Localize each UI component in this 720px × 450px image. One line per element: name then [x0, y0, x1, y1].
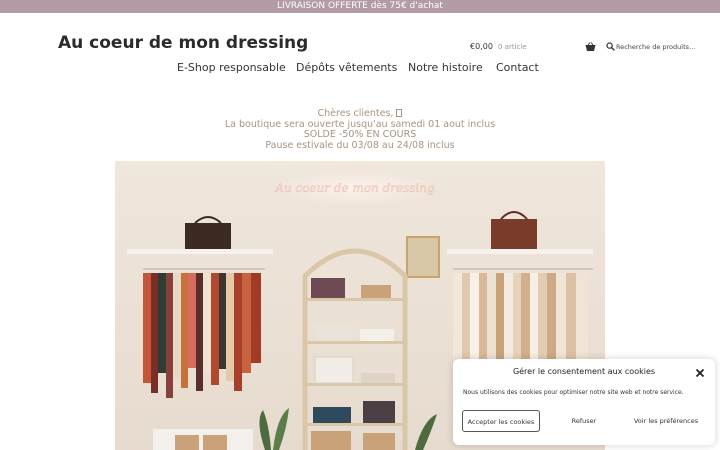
- notice-line: Pause estivale du 03/08 au 24/08 inclus: [265, 139, 455, 151]
- search-input[interactable]: [616, 40, 716, 53]
- refuse-cookies-button[interactable]: Refuser: [547, 410, 621, 432]
- site-title[interactable]: Au coeur de mon dressing: [58, 33, 308, 53]
- notice-line: SOLDE -50% EN COURS: [303, 129, 417, 140]
- promo-bar: LIVRAISON OFFERTE dès 75€ d'achat: [0, 0, 720, 13]
- nav-eshop[interactable]: E-Shop responsable: [177, 61, 286, 74]
- cookie-banner-title: Gérer le consentement aux cookies: [512, 367, 656, 376]
- notice-line: Chères clientes,: [160, 108, 560, 120]
- cookie-banner-text: Nous utilisons des cookies pour optimise…: [463, 389, 684, 396]
- neon-sign: Au coeur de mon dressing: [274, 181, 435, 195]
- nav-contact[interactable]: Contact: [496, 61, 539, 74]
- search-icon[interactable]: [606, 42, 615, 51]
- view-preferences-button[interactable]: Voir les préférences: [627, 410, 705, 432]
- main-nav: E-Shop responsable Dépôts vêtements Notr…: [0, 61, 720, 76]
- cookie-banner: Gérer le consentement aux cookies Nous u…: [453, 359, 715, 445]
- cart-count[interactable]: 0 article: [498, 43, 527, 51]
- nav-depots[interactable]: Dépôts vêtements: [296, 61, 397, 74]
- accept-cookies-button[interactable]: Accepter les cookies: [462, 410, 540, 432]
- nav-histoire[interactable]: Notre histoire: [408, 61, 483, 74]
- store-notice: Chères clientes, La boutique sera ouvert…: [160, 108, 560, 151]
- basket-icon[interactable]: [585, 42, 596, 52]
- cart-total[interactable]: €0,00: [470, 42, 493, 51]
- close-icon[interactable]: [695, 368, 705, 378]
